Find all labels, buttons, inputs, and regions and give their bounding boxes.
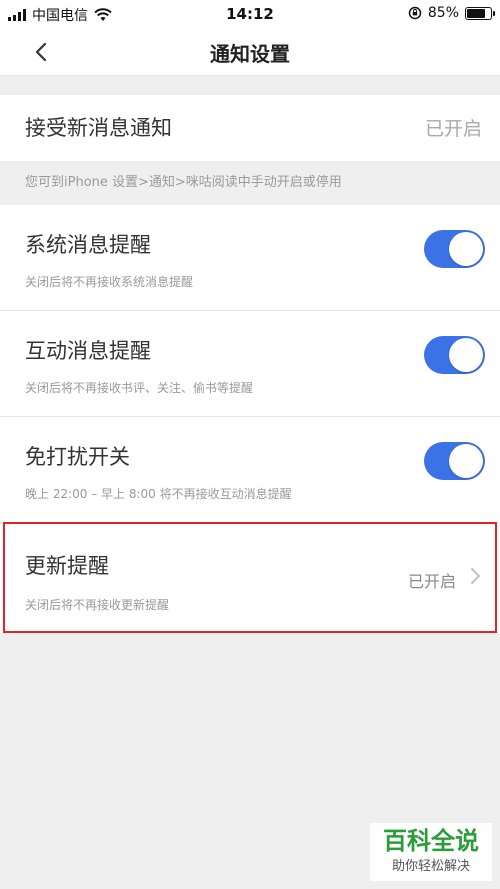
status-right: 85% [408,5,495,21]
system-message-subtitle: 关闭后将不再接收系统消息提醒 [25,275,194,289]
interaction-message-row: 互动消息提醒 关闭后将不再接收书评、关注、偷书等提醒 [0,311,500,417]
do-not-disturb-toggle[interactable] [424,442,485,480]
receive-notifications-label: 接受新消息通知 [25,116,172,140]
watermark-logo: 百科全说 助你轻松解决 [370,823,492,881]
battery-fill [467,8,485,18]
battery-percent: 85% [427,5,459,21]
update-reminder-title: 更新提醒 [25,554,109,578]
chevron-right-icon [471,568,480,584]
interaction-message-title: 互动消息提醒 [25,339,151,363]
toggle-knob [449,444,483,478]
do-not-disturb-subtitle: 晚上 22:00 – 早上 8:00 将不再接收互动消息提醒 [25,487,292,501]
watermark-main-text: 百科全说 [383,827,479,855]
settings-card: 系统消息提醒 关闭后将不再接收系统消息提醒 互动消息提醒 关闭后将不再接收书评、… [0,205,500,633]
toggle-knob [449,338,483,372]
update-reminder-subtitle: 关闭后将不再接收更新提醒 [25,598,170,612]
watermark-sub-text: 助你轻松解决 [391,859,470,874]
receive-notifications-value: 已开启 [424,118,482,140]
do-not-disturb-title: 免打扰开关 [25,445,130,469]
battery-icon [465,6,495,20]
orientation-lock-icon [408,6,422,20]
page-title: 通知设置 [210,42,290,66]
interaction-message-subtitle: 关闭后将不再接收书评、关注、偷书等提醒 [25,381,254,395]
system-message-toggle[interactable] [424,230,485,268]
interaction-message-toggle[interactable] [424,336,485,374]
update-reminder-value: 已开启 [407,572,456,591]
toggle-knob [449,232,483,266]
update-reminder-row[interactable]: 更新提醒 关闭后将不再接收更新提醒 已开启 [0,523,500,633]
receive-notifications-row[interactable]: 接受新消息通知 已开启 [0,95,500,161]
settings-hint: 您可到iPhone 设置>通知>咪咕阅读中手动开启或停用 [0,161,500,205]
do-not-disturb-row: 免打扰开关 晚上 22:00 – 早上 8:00 将不再接收互动消息提醒 [0,417,500,523]
status-bar: 中国电信 14:12 85% [0,0,500,28]
nav-bar: 通知设置 [0,28,500,76]
system-message-title: 系统消息提醒 [25,233,151,257]
system-message-row: 系统消息提醒 关闭后将不再接收系统消息提醒 [0,205,500,311]
